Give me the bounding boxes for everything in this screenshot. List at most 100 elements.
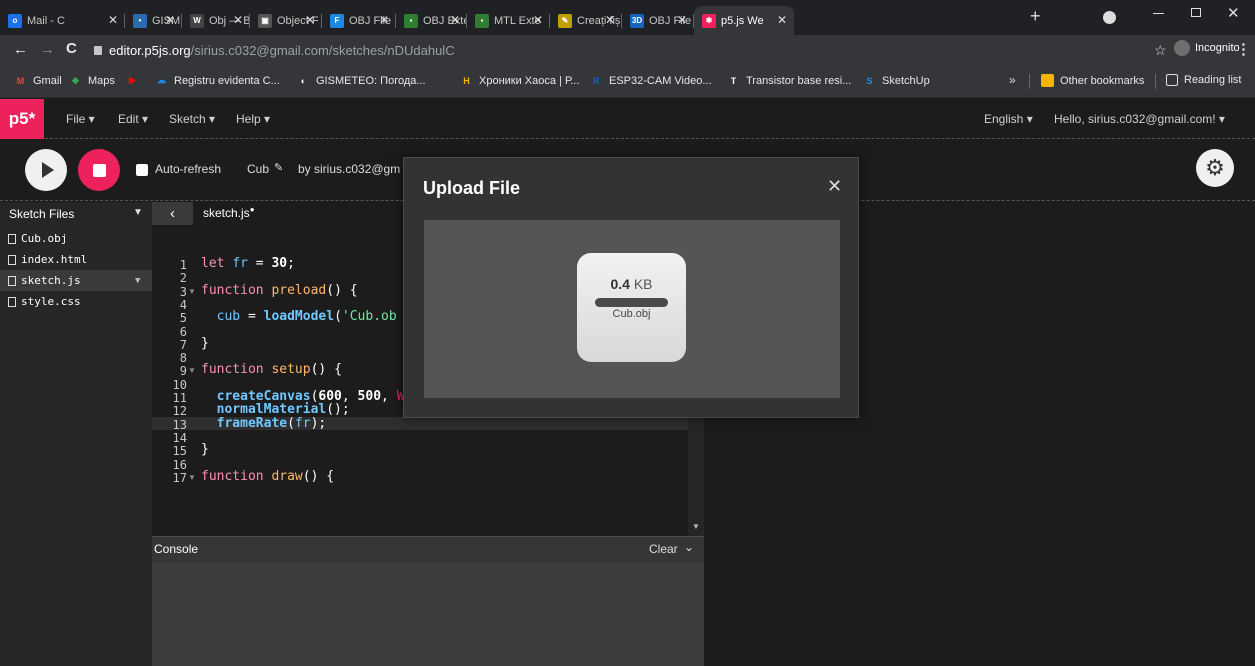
browser-tab[interactable]: ✱ p5.js We ✕ <box>694 6 794 35</box>
tab-close-icon[interactable]: ✕ <box>605 13 615 27</box>
file-item[interactable]: Cub.obj <box>0 228 152 249</box>
file-sidebar: Sketch Files ▼ Cub.obj index.html sketch.j… <box>0 202 152 666</box>
bookmark-label: Gmail <box>33 74 62 87</box>
fold-icon[interactable]: ▼ <box>188 366 196 375</box>
browser-menu-icon[interactable]: ⋮ <box>1236 40 1251 58</box>
window-restore-icon[interactable] <box>1191 8 1201 17</box>
file-icon <box>8 254 16 265</box>
url-field[interactable]: editor.p5js.org/sirius.c032@gmail.com/sk… <box>88 39 1188 62</box>
close-icon[interactable]: ✕ <box>827 176 842 197</box>
tab-close-icon[interactable]: ✕ <box>379 13 389 27</box>
language-select[interactable]: English ▾ <box>984 112 1033 126</box>
code-line[interactable]: frameRate(fr); <box>201 416 327 431</box>
bookmark-item[interactable]: M Gmail <box>14 74 62 87</box>
bookmark-item[interactable]: S SketchUp <box>863 74 929 87</box>
browser-tab[interactable]: ▪ MTL Exte ✕ <box>467 6 550 35</box>
collapse-sidebar-button[interactable]: ‹ <box>152 202 193 225</box>
p5-nav: p5* File ▾ Edit ▾ Sketch ▾ Help ▾ Englis… <box>0 99 1255 139</box>
incognito-badge[interactable]: Incognito <box>1174 40 1240 56</box>
back-icon[interactable]: ← <box>13 41 28 58</box>
browser-tab[interactable]: ✎ Creați fiș ✕ <box>550 6 622 35</box>
url-path: /sirius.c032@gmail.com/sketches/nDUdahul… <box>190 43 455 58</box>
bookmark-icon: ◆ <box>72 75 79 85</box>
scroll-down-icon[interactable]: ▼ <box>692 522 700 531</box>
tab-title: p5.js We <box>721 14 764 27</box>
bookmark-item[interactable]: H Хроники Хаоса | Р... <box>460 74 579 87</box>
file-item[interactable]: style.css <box>0 291 152 312</box>
play-button[interactable] <box>25 149 67 191</box>
tab-favicon-icon: F <box>330 13 344 28</box>
more-bookmarks-button[interactable]: » <box>1009 73 1016 87</box>
tab-close-icon[interactable]: ✕ <box>677 13 687 27</box>
code-line[interactable]: } <box>201 336 209 351</box>
line-number: 7 <box>179 337 187 352</box>
sidebar-caret-icon[interactable]: ▼ <box>133 207 143 218</box>
stop-button[interactable] <box>78 149 120 191</box>
fold-icon[interactable]: ▼ <box>188 473 196 482</box>
settings-button[interactable]: ⚙ <box>1196 149 1234 187</box>
new-tab-button[interactable]: + <box>1030 6 1041 27</box>
tab-close-icon[interactable]: ✕ <box>108 13 118 27</box>
tab-close-icon[interactable]: ✕ <box>305 13 315 27</box>
p5-logo[interactable]: p5* <box>0 99 44 139</box>
window-minimize-icon[interactable] <box>1153 13 1164 14</box>
browser-tab[interactable]: o Mail - C ✕ <box>0 6 125 35</box>
tab-close-icon[interactable]: ✕ <box>165 13 175 27</box>
code-line[interactable]: function draw() { <box>201 469 334 484</box>
code-line[interactable]: } <box>201 442 209 457</box>
line-number: 8 <box>179 351 187 366</box>
unsaved-dot-icon: ● <box>249 205 255 214</box>
menu-help[interactable]: Help ▾ <box>236 112 270 126</box>
bookmark-item[interactable]: ☁ Registru evidenta C... <box>155 74 280 87</box>
line-number: 15 <box>172 444 187 459</box>
file-size-unit: KB <box>633 276 653 292</box>
bookmark-item[interactable]: R ESP32-CAM Video... <box>590 74 711 87</box>
browser-tab[interactable]: •GISMETI✕ <box>125 6 182 35</box>
tab-close-icon[interactable]: ✕ <box>533 13 543 27</box>
chevron-down-icon[interactable]: ⌄ <box>684 540 694 554</box>
menu-file[interactable]: File ▾ <box>66 112 95 126</box>
file-item[interactable]: sketch.js ▼ <box>0 270 152 291</box>
auto-refresh-label: Auto-refresh <box>155 162 222 176</box>
bookmark-item[interactable]: ◐ GISMETEO: Погода... <box>297 74 426 87</box>
fold-icon[interactable]: ▼ <box>188 287 196 296</box>
tab-search-icon[interactable] <box>1103 11 1116 24</box>
file-item[interactable]: index.html <box>0 249 152 270</box>
tab-close-icon[interactable]: ✕ <box>233 13 243 27</box>
bookmark-item[interactable]: ▶ <box>126 74 145 87</box>
sketch-name[interactable]: Cub <box>247 162 269 176</box>
reload-icon[interactable]: C <box>66 40 77 57</box>
menu-sketch[interactable]: Sketch ▾ <box>169 112 215 126</box>
browser-tab[interactable]: ▪ OBJ Exte ✕ <box>396 6 467 35</box>
other-bookmarks[interactable]: Other bookmarks <box>1041 74 1144 87</box>
code-line[interactable]: let fr = 30; <box>201 256 295 271</box>
code-line[interactable]: function setup() { <box>201 362 342 377</box>
pencil-icon[interactable]: ✎ <box>274 161 283 174</box>
editor-tab[interactable]: sketch.js● <box>203 205 255 220</box>
code-line[interactable]: function preload() { <box>201 283 358 298</box>
bookmark-star-icon[interactable]: ☆ <box>1154 42 1167 59</box>
auto-refresh-checkbox[interactable] <box>136 164 148 176</box>
bookmarks-divider <box>1155 74 1156 89</box>
browser-tab[interactable]: F OBJ File ✕ <box>322 6 396 35</box>
modal-title: Upload File <box>423 178 521 198</box>
file-label: style.css <box>21 295 81 308</box>
browser-tab[interactable]: 3D OBJ File ✕ <box>622 6 694 35</box>
file-options-icon[interactable]: ▼ <box>135 276 140 286</box>
browser-tab[interactable]: W Obj — B ✕ <box>182 6 250 35</box>
reading-list-label: Reading list <box>1184 74 1242 86</box>
bookmark-icon: ◐ <box>300 75 307 86</box>
bookmark-item[interactable]: T Transistor base resi... <box>727 74 852 87</box>
bookmark-item[interactable]: ◆ Maps <box>69 74 115 87</box>
forward-icon[interactable]: → <box>40 41 55 58</box>
window-close-icon[interactable]: ✕ <box>1227 4 1240 22</box>
stop-icon <box>92 163 106 177</box>
code-line[interactable]: cub = loadModel('Cub.ob <box>201 309 397 324</box>
user-menu[interactable]: Hello, sirius.c032@gmail.com! ▾ <box>1054 112 1225 126</box>
tab-close-icon[interactable]: ✕ <box>450 13 460 27</box>
browser-tab[interactable]: ▣ Object F ✕ <box>250 6 322 35</box>
menu-edit[interactable]: Edit ▾ <box>118 112 148 126</box>
reading-list[interactable]: Reading list <box>1166 74 1241 86</box>
tab-close-icon[interactable]: ✕ <box>777 13 787 27</box>
console-clear-button[interactable]: Clear <box>649 542 678 556</box>
